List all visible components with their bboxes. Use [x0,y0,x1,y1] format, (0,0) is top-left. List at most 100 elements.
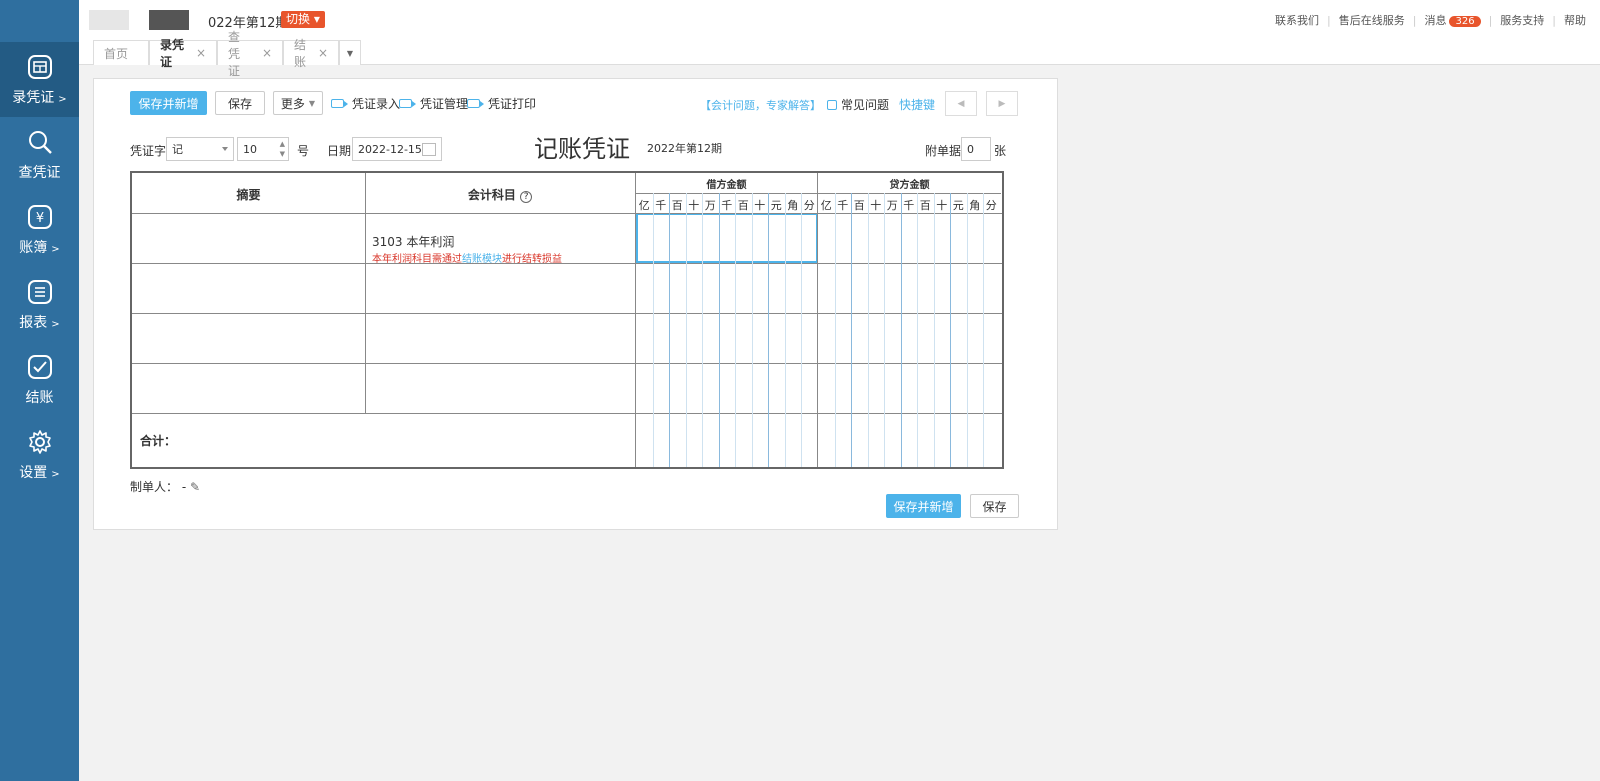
next-voucher-button[interactable]: ▶ [986,91,1018,116]
total-label: 合计： [140,434,177,448]
table-row-line [132,413,1002,414]
messages-link[interactable]: 消息 326 [1424,12,1481,28]
contact-us-link[interactable]: 联系我们 [1275,12,1319,28]
debit-digit-header: 分 [803,199,815,212]
tab-close-period[interactable]: 结账 × [283,38,339,69]
tab-more-dropdown[interactable]: ▼ [339,40,361,65]
video-icon [467,99,484,108]
voucher-number-stepper[interactable]: 10 ▲ ▼ [237,137,289,161]
summary-column-header: 摘要 [236,188,261,202]
check-icon [27,354,52,379]
sidebar-item-ledger[interactable]: ¥ 账簿 > [0,192,79,267]
debit-digit-header: 亿 [638,199,650,212]
digit-column-line [933,193,935,467]
credit-digit-header: 千 [837,199,849,212]
date-value: 2022-12-15 [358,142,422,156]
calendar-icon[interactable] [422,143,436,156]
sidebar-item-close-period[interactable]: 结账 [0,342,79,417]
credit-digit-header: 千 [903,199,915,212]
maker-field: 制单人： - ✎ [130,478,200,495]
debit-digit-header: 元 [770,199,782,212]
video-icon [331,99,348,108]
edit-pencil-icon[interactable]: ✎ [190,480,200,494]
row1-debit-amount-input[interactable] [636,213,818,263]
voucher-entry-link[interactable]: 凭证录入 [331,95,400,112]
online-service-link[interactable]: 售后在线服务 [1339,12,1405,28]
tab-label: 结账 [294,38,307,69]
maker-label: 制单人： [130,480,179,494]
shortcuts-link[interactable]: 快捷键 [899,96,935,113]
sidebar: 录凭证 > 查凭证 ¥ 账簿 > 报表 > 结账 设置 > [0,0,79,781]
footer-save-and-new-button[interactable]: 保存并新增 [886,494,961,518]
sidebar-item-voucher-search[interactable]: 查凭证 [0,117,79,192]
attachments-unit-label: 张 [994,144,1007,158]
chevron-down-icon [222,147,228,151]
digit-column-line [917,193,918,467]
sidebar-item-reports[interactable]: 报表 > [0,267,79,342]
debit-digit-header: 十 [754,199,766,212]
digit-column-line [867,193,869,467]
save-button[interactable]: 保存 [215,91,265,115]
debit-digit-header: 千 [721,199,733,212]
help-circle-icon[interactable]: ? [520,191,533,203]
voucher-table: 摘要 会计科目 ? 借方金额 贷方金额 3103 本年利润 本年利润科目需通过结… [130,171,1004,469]
stepper-arrows-icon[interactable]: ▲ ▼ [280,139,285,159]
select-value: 记 [172,143,183,156]
close-icon[interactable]: × [196,46,206,60]
credit-digit-header: 分 [985,199,997,212]
digit-column-line [851,193,852,467]
close-icon[interactable]: × [262,46,272,60]
digit-column-line [652,193,654,467]
prev-voucher-button[interactable]: ◀ [945,91,977,116]
tab-label: 录凭证 [160,38,185,69]
tab-voucher-search[interactable]: 查凭证 × [217,30,283,78]
voucher-title: 记账凭证 [534,135,630,163]
sidebar-item-voucher-entry[interactable]: 录凭证 > [0,42,79,117]
button-label: 保存并新增 [893,499,954,514]
digit-column-line [884,193,885,467]
save-and-new-button[interactable]: 保存并新增 [130,91,207,115]
header-divider-line [635,193,1001,194]
company-logo-blurred [149,10,189,30]
tab-label: 首页 [104,46,129,61]
digit-column-line [966,193,968,467]
debit-credit-divider-line [817,173,818,467]
credit-column-header: 贷方金额 [889,180,930,191]
number-unit-label: 号 [297,144,310,158]
table-row-line [132,313,1002,314]
service-support-link[interactable]: 服务支持 [1500,12,1544,28]
switch-period-button[interactable]: 切换 ▾ [281,11,325,28]
date-input[interactable]: 2022-12-15 [352,137,442,161]
digit-column-line [834,193,836,467]
credit-digit-header: 亿 [820,199,832,212]
voucher-icon [27,54,52,79]
link-label: 凭证管理 [420,97,469,111]
table-row-line [132,263,1002,264]
voucher-print-link[interactable]: 凭证打印 [467,95,536,112]
more-dropdown[interactable]: 更多 ▼ [273,91,323,115]
chevron-down-icon: ▼ [308,98,316,108]
debit-digit-header: 十 [688,199,700,212]
voucher-manage-link[interactable]: 凭证管理 [399,95,468,112]
sidebar-item-settings[interactable]: 设置 > [0,417,79,492]
sidebar-item-label: 报表 [19,314,48,331]
tab-home[interactable]: 首页 [93,40,149,65]
tab-voucher-entry[interactable]: 录凭证 × [149,38,217,69]
chevron-right-icon: > [51,468,60,480]
date-label: 日期 [327,144,352,158]
footer-save-button[interactable]: 保存 [970,494,1019,518]
attachments-count-input[interactable]: 0 [961,137,991,161]
sidebar-item-label: 账簿 [19,239,48,256]
close-icon[interactable]: × [318,46,328,60]
voucher-word-select[interactable]: 记 [166,137,234,161]
sidebar-item-label: 录凭证 [12,89,55,106]
chevron-right-icon: > [58,93,67,105]
messages-label: 消息 [1424,14,1447,27]
faq-link[interactable]: 常见问题 [827,96,889,113]
chevron-left-icon: ◀ [957,98,965,109]
help-link[interactable]: 帮助 [1564,12,1586,28]
digit-column-line [768,193,769,467]
debit-digit-header: 万 [704,199,716,212]
button-label: 保存 [227,96,252,111]
expert-help-link[interactable]: 【会计问题，专家解答】 [700,97,821,113]
